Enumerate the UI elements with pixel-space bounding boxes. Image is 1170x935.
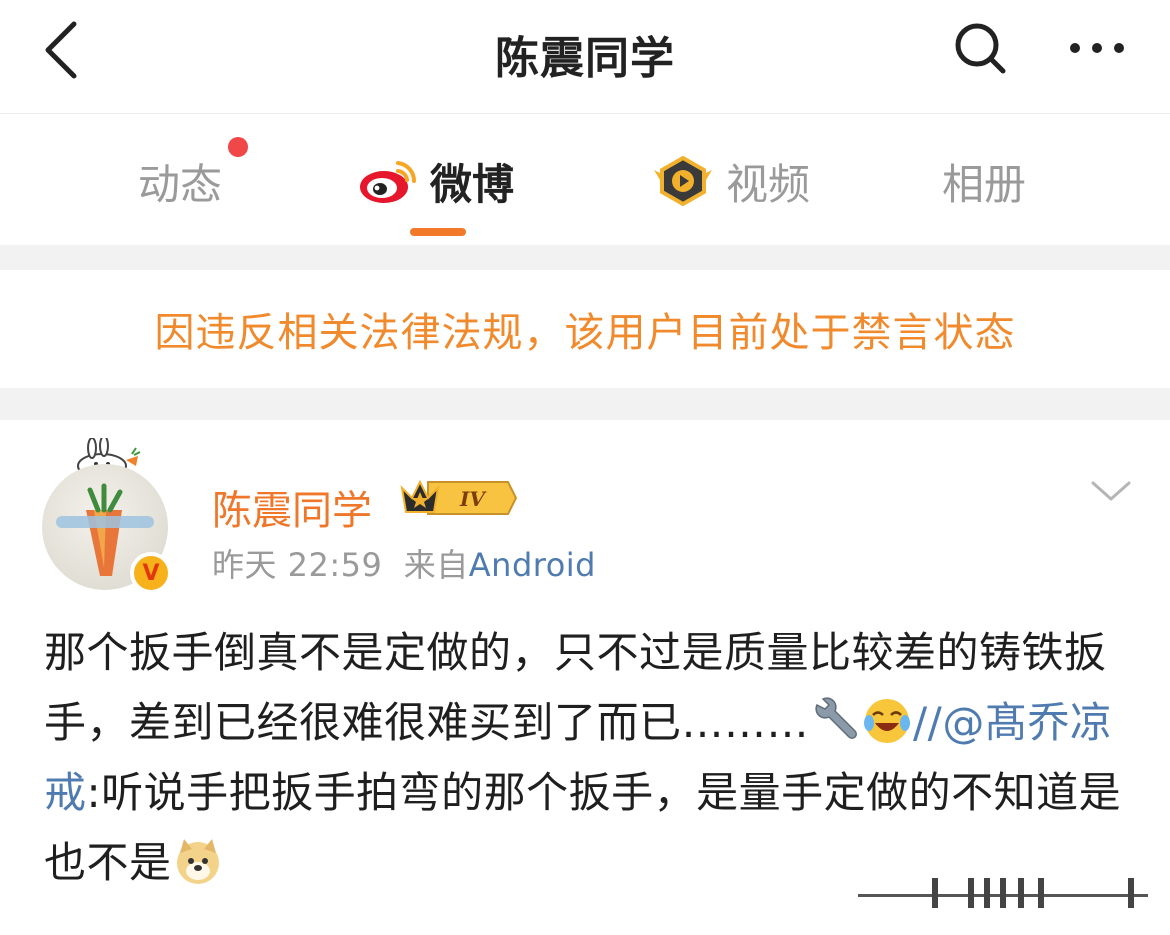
laugh-cry-emoji-icon [864,699,911,743]
tab-weibo[interactable]: 微博 [358,151,514,211]
more-dots-icon [1070,43,1124,53]
doge-emoji-icon [176,839,219,884]
top-nav-bar: 陈震同学 [0,0,1170,114]
ban-notice: 因违反相关法律法规，该用户目前处于禁言状态 [0,270,1170,388]
tab-label: 微博 [430,159,515,209]
tab-dynamics[interactable]: 动态 [138,151,222,211]
watermark-graphic [858,878,1148,908]
post-source-prefix: 来自 [403,546,469,584]
post-content: 那个扳手倒真不是定做的，只不过是质量比较差的铸铁扳手，差到已经很难很难买到了而已… [44,618,1124,898]
ban-notice-text: 因违反相关法律法规，该用户目前处于禁言状态 [154,310,1016,356]
search-icon [955,23,1006,74]
video-play-icon [652,156,714,206]
vip-level-text: IV [459,487,487,511]
profile-tabs: 动态 微博 视频 相册 [0,115,1170,245]
search-button[interactable] [950,18,1010,78]
post-username[interactable]: 陈震同学 [212,478,372,536]
wrench-icon [815,697,857,739]
verified-badge: V [130,552,172,594]
notification-dot [228,137,248,157]
section-divider [0,388,1170,420]
active-tab-indicator [410,228,466,236]
weibo-logo-icon [358,157,418,205]
tab-video[interactable]: 视频 [652,151,810,211]
post-meta: 昨天 22:59 来自Android [212,540,596,586]
tab-label: 视频 [726,159,811,209]
more-button[interactable] [1062,18,1132,78]
section-divider [0,245,1170,270]
repost-prefix: // [913,698,943,747]
tab-album[interactable]: 相册 [942,151,1026,211]
tab-label: 动态 [138,159,223,209]
weibo-post-card: V 陈震同学 IV 昨天 22:59 来自Android 那个扳手倒真不是定做的… [0,420,1170,935]
avatar[interactable]: V [38,438,178,594]
chevron-down-icon [1091,481,1131,501]
post-menu-button[interactable] [1086,472,1136,512]
post-source[interactable]: Android [469,546,596,584]
tab-label: 相册 [942,159,1027,209]
vip-level-badge: IV [398,476,518,524]
post-time: 昨天 22:59 [212,546,383,584]
